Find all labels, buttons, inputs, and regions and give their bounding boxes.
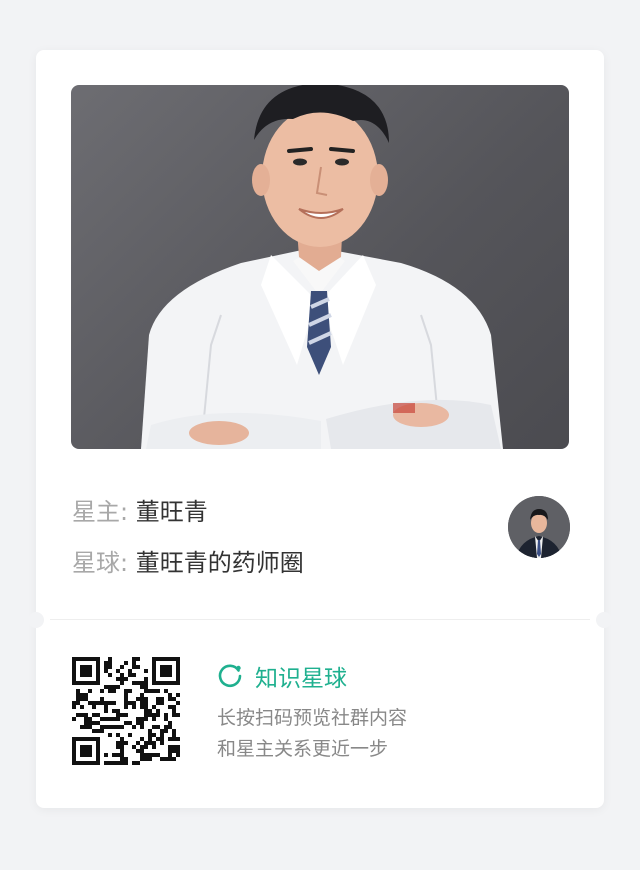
brand: 知识星球 [217,661,347,692]
brand-name: 知识星球 [255,666,347,692]
planet-label: 星球: [72,549,129,577]
planet-row: 星球: 董旺青的药师圈 [72,548,304,578]
ticket-notch-left [28,612,44,628]
share-card: 星主: 董旺青 星球: 董旺青的药师圈 知识星球 长按扫码预览社群内容 和星主关… [28,50,612,808]
description-line-1: 长按扫码预览社群内容 [217,707,408,729]
owner-name: 董旺青 [135,498,208,526]
owner-label: 星主: [72,498,129,526]
owner-avatar[interactable] [508,496,570,558]
qr-code[interactable] [72,657,180,765]
description-line-2: 和星主关系更近一步 [217,738,389,760]
ticket-notch-right [596,612,612,628]
doctor-portrait-image [141,85,503,449]
planet-name: 董旺青的药师圈 [135,549,304,577]
qr-code-icon [72,657,180,765]
divider [50,619,590,620]
avatar-portrait-image [508,496,570,558]
planet-logo-icon [218,664,242,688]
owner-row: 星主: 董旺青 [72,497,208,527]
cover-photo [71,85,569,449]
